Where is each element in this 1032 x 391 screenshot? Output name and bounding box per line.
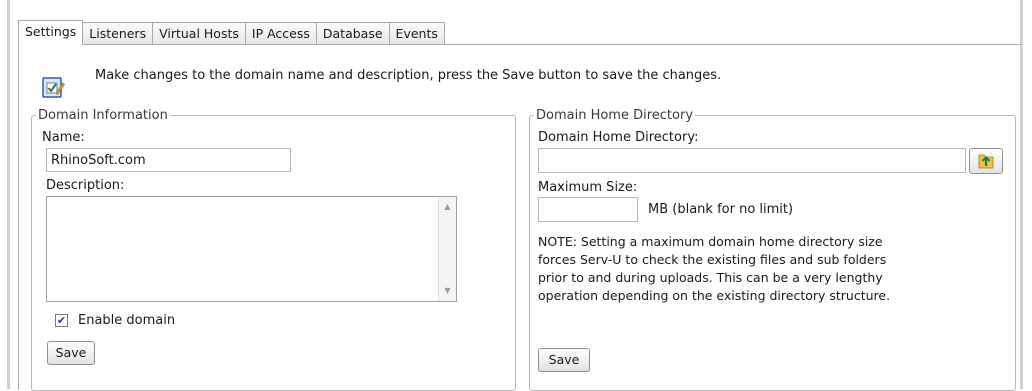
mb-hint-label: MB (blank for no limit) xyxy=(648,202,794,217)
home-directory-note: NOTE: Setting a maximum domain home dire… xyxy=(538,233,978,305)
enable-domain-checkbox[interactable]: ✔ xyxy=(55,314,68,327)
note-line: prior to and during uploads. This can be… xyxy=(538,270,883,285)
name-label: Name: xyxy=(42,130,85,145)
window-frame-left xyxy=(7,0,10,389)
tab-events[interactable]: Events xyxy=(389,22,445,45)
note-line: NOTE: Setting a maximum domain home dire… xyxy=(538,234,883,249)
browse-folder-button[interactable] xyxy=(969,148,1003,174)
note-line: operation depending on the existing dire… xyxy=(538,288,891,303)
tab-bar: Settings Listeners Virtual Hosts IP Acce… xyxy=(18,20,445,45)
home-directory-input[interactable] xyxy=(538,148,966,173)
save-domain-info-button[interactable]: Save xyxy=(47,341,95,365)
name-input[interactable] xyxy=(46,148,291,172)
maximum-size-label: Maximum Size: xyxy=(538,180,638,195)
note-line: forces Serv-U to check the existing file… xyxy=(538,252,887,267)
description-text xyxy=(47,197,456,201)
domain-home-directory-legend: Domain Home Directory xyxy=(536,108,694,123)
tab-settings[interactable]: Settings xyxy=(18,20,84,45)
tab-ip-access[interactable]: IP Access xyxy=(245,22,317,45)
description-label: Description: xyxy=(46,178,125,193)
maximum-size-input[interactable] xyxy=(538,197,638,222)
edit-checklist-icon xyxy=(42,77,65,98)
scroll-down-arrow-icon[interactable]: ▼ xyxy=(439,283,456,299)
tab-listeners[interactable]: Listeners xyxy=(83,22,154,45)
description-textarea[interactable]: ▲ ▼ xyxy=(46,196,457,302)
home-directory-label: Domain Home Directory: xyxy=(538,130,699,145)
tab-database[interactable]: Database xyxy=(316,22,390,45)
tab-virtual-hosts[interactable]: Virtual Hosts xyxy=(153,22,246,45)
folder-up-icon xyxy=(978,154,994,169)
intro-text: Make changes to the domain name and desc… xyxy=(95,68,722,83)
enable-domain-label: Enable domain xyxy=(78,313,176,328)
description-scrollbar[interactable]: ▲ ▼ xyxy=(438,197,456,301)
domain-information-legend: Domain Information xyxy=(38,108,168,123)
save-home-directory-button[interactable]: Save xyxy=(538,348,590,372)
scroll-up-arrow-icon[interactable]: ▲ xyxy=(439,199,456,215)
